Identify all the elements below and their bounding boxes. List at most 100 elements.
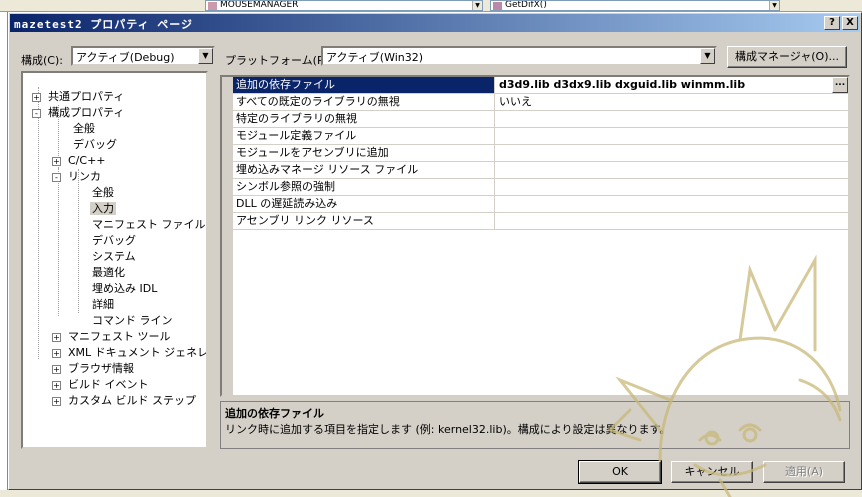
expand-icon[interactable]: + <box>52 333 61 342</box>
property-name: すべての既定のライブラリの無視 <box>233 94 495 110</box>
config-label: 構成(C): <box>21 54 63 67</box>
tree-item-general[interactable]: 全般 <box>71 121 97 137</box>
tree-item-system[interactable]: システム <box>90 249 138 265</box>
tree-item-manifest-file[interactable]: マニフェスト ファイル <box>90 217 206 233</box>
property-row-force-symbol-references[interactable]: シンボル参照の強制 <box>233 179 848 196</box>
platform-label: プラットフォーム(P): <box>225 54 332 67</box>
tree-item-embedded-idl[interactable]: 埋め込み IDL <box>90 281 159 297</box>
tree-item-label: マニフェスト ツール <box>68 330 171 343</box>
expand-icon[interactable]: + <box>52 349 61 358</box>
close-button[interactable]: X <box>842 16 858 30</box>
background-method-combo-text: GetDifX() <box>505 0 547 10</box>
property-name: 追加の依存ファイル <box>233 77 495 93</box>
tree-item-configuration-properties[interactable]: - 構成プロパティ <box>32 105 126 121</box>
expand-icon[interactable]: + <box>52 365 61 374</box>
property-value[interactable] <box>496 145 848 161</box>
collapse-icon[interactable]: - <box>52 173 61 182</box>
property-description-pane: 追加の依存ファイル リンク時に追加する項目を指定します (例: kernel32… <box>220 401 850 449</box>
config-select[interactable]: アクティブ(Debug) ▼ <box>71 46 215 66</box>
tree-item-label: 全般 <box>73 122 95 135</box>
property-value[interactable] <box>496 111 848 127</box>
tree-item-build-events[interactable]: + ビルド イベント <box>52 377 151 393</box>
tree-item-cpp[interactable]: + C/C++ <box>52 153 108 169</box>
expand-icon[interactable]: + <box>52 157 61 166</box>
tree-item-label: 入力 <box>90 202 116 215</box>
dialog-title: mazetest2 プロパティ ページ <box>14 18 193 31</box>
help-button[interactable]: ? <box>824 16 840 30</box>
apply-button[interactable]: 適用(A) <box>763 461 845 483</box>
tree-item-label: 共通プロパティ <box>48 90 125 103</box>
tree-item-command-line[interactable]: コマンド ライン <box>90 313 175 329</box>
tree-item-custom-build-step[interactable]: + カスタム ビルド ステップ <box>52 393 198 409</box>
background-class-combo[interactable]: MOUSEMANAGER ▼ <box>205 0 483 11</box>
expand-icon[interactable]: + <box>52 381 61 390</box>
property-name: DLL の遅延読み込み <box>233 196 495 212</box>
tree-item-label: ブラウザ情報 <box>68 362 134 375</box>
background-toolbar: MOUSEMANAGER ▼ GetDifX() ▼ <box>0 0 862 12</box>
expand-icon[interactable]: + <box>32 93 41 102</box>
tree-item-label: リンカ <box>68 170 101 183</box>
tree-guide-line <box>58 168 59 316</box>
property-row-ignore-specific-library[interactable]: 特定のライブラリの無視 <box>233 111 848 128</box>
collapse-icon[interactable]: - <box>32 109 41 118</box>
property-name: モジュール定義ファイル <box>233 128 495 144</box>
property-value-input[interactable]: d3d9.lib d3dx9.lib dxguid.lib winmm.lib … <box>496 77 848 93</box>
property-value[interactable] <box>496 179 848 195</box>
property-value[interactable]: いいえ <box>496 94 848 110</box>
chevron-down-icon[interactable]: ▼ <box>198 48 213 64</box>
tree-item-linker-general[interactable]: 全般 <box>90 185 116 201</box>
chevron-down-icon: ▼ <box>769 1 779 10</box>
dialog-titlebar[interactable]: mazetest2 プロパティ ページ ? X <box>10 14 860 32</box>
tree-item-debugging[interactable]: デバッグ <box>71 137 119 153</box>
tree-item-optimization[interactable]: 最適化 <box>90 265 127 281</box>
tree-item-label: 詳細 <box>92 298 114 311</box>
property-tree[interactable]: + 共通プロパティ - 構成プロパティ 全般 デバッグ + C/C++ - リン… <box>21 71 208 449</box>
property-row-module-definition-file[interactable]: モジュール定義ファイル <box>233 128 848 145</box>
tree-item-linker[interactable]: - リンカ <box>52 169 103 185</box>
tree-guide-line <box>38 87 39 359</box>
tree-item-common-properties[interactable]: + 共通プロパティ <box>32 89 126 105</box>
tree-item-label: 最適化 <box>92 266 125 279</box>
property-name: シンボル参照の強制 <box>233 179 495 195</box>
property-row-embed-managed-resource[interactable]: 埋め込みマネージ リソース ファイル <box>233 162 848 179</box>
expand-icon[interactable]: + <box>52 397 61 406</box>
property-value[interactable] <box>496 196 848 212</box>
ok-button[interactable]: OK <box>578 460 662 484</box>
chevron-down-icon[interactable]: ▼ <box>700 48 715 64</box>
property-row-assembly-link-resource[interactable]: アセンブリ リンク リソース <box>233 213 848 230</box>
tree-item-linker-input[interactable]: 入力 <box>90 201 116 217</box>
background-method-combo[interactable]: GetDifX() ▼ <box>490 0 780 11</box>
property-value[interactable] <box>496 213 848 229</box>
tree-item-label: 構成プロパティ <box>48 106 125 119</box>
property-row-delay-loaded-dlls[interactable]: DLL の遅延読み込み <box>233 196 848 213</box>
tree-item-label: 全般 <box>92 186 114 199</box>
tree-item-linker-debugging[interactable]: デバッグ <box>90 233 138 249</box>
tree-item-label: XML ドキュメント ジェネレータ <box>68 346 208 359</box>
property-row-additional-dependencies[interactable]: 追加の依存ファイル d3d9.lib d3dx9.lib dxguid.lib … <box>233 77 848 94</box>
tree-guide-line <box>78 169 79 313</box>
config-manager-button[interactable]: 構成マネージャ(O)... <box>727 46 847 68</box>
tree-item-label: コマンド ライン <box>92 314 173 327</box>
cancel-button[interactable]: キャンセル <box>671 461 753 483</box>
tree-item-label: カスタム ビルド ステップ <box>68 394 196 407</box>
chevron-down-icon: ▼ <box>472 1 482 10</box>
property-grid-gutter <box>222 77 233 395</box>
description-title: 追加の依存ファイル <box>225 407 324 420</box>
tree-item-browse-info[interactable]: + ブラウザ情報 <box>52 361 136 377</box>
tree-item-label: デバッグ <box>92 234 136 247</box>
property-value[interactable] <box>496 162 848 178</box>
platform-select[interactable]: アクティブ(Win32) ▼ <box>321 46 717 66</box>
property-value[interactable] <box>496 128 848 144</box>
background-left-panel <box>0 12 8 497</box>
property-name: モジュールをアセンブリに追加 <box>233 145 495 161</box>
tree-item-xml-doc-generator[interactable]: + XML ドキュメント ジェネレータ <box>52 345 208 361</box>
tree-item-manifest-tool[interactable]: + マニフェスト ツール <box>52 329 173 345</box>
config-select-value: アクティブ(Debug) <box>76 51 175 64</box>
platform-select-value: アクティブ(Win32) <box>326 51 424 64</box>
tree-item-label: システム <box>92 250 136 263</box>
tree-item-advanced[interactable]: 詳細 <box>90 297 116 313</box>
property-row-add-module-to-assembly[interactable]: モジュールをアセンブリに追加 <box>233 145 848 162</box>
ellipsis-icon[interactable]: ... <box>832 77 848 93</box>
property-row-ignore-all-default-libraries[interactable]: すべての既定のライブラリの無視 いいえ <box>233 94 848 111</box>
method-icon <box>493 2 502 10</box>
